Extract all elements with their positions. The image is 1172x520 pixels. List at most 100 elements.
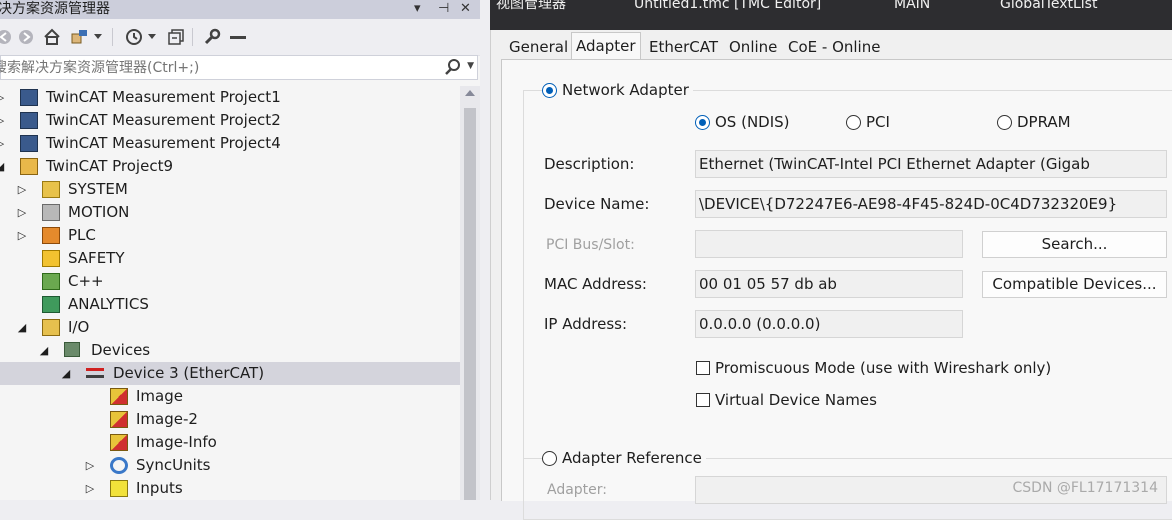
tree-item-label: Image-Info	[136, 433, 217, 451]
mac-address-field[interactable]: 00 01 05 57 db ab	[695, 270, 963, 298]
tree-item-cpp[interactable]: C++	[0, 270, 460, 293]
radio-unselected-icon[interactable]	[542, 450, 557, 466]
tree-item-image[interactable]: Image	[0, 385, 460, 408]
expand-arrow-icon[interactable]: ▷	[16, 178, 28, 201]
checkbox-unchecked-icon[interactable]	[696, 361, 710, 375]
doc-tab-view-manager[interactable]: 视图管理器	[496, 0, 566, 11]
radio-selected-icon[interactable]	[695, 114, 710, 130]
tab-online[interactable]: Online	[725, 35, 781, 59]
solution-explorer-title-bar: 决方案资源管理器 ▾ ⊣ ✕	[0, 0, 480, 19]
scrollbar-thumb[interactable]	[464, 108, 476, 500]
collapse-all-icon[interactable]	[166, 27, 186, 47]
doc-tab-tmc-editor[interactable]: Untitled1.tmc [TMC Editor]	[634, 0, 821, 11]
panel-splitter[interactable]	[480, 0, 490, 500]
expand-arrow-icon[interactable]: ▷	[0, 132, 6, 155]
preview-selected-icon[interactable]	[228, 27, 248, 47]
ip-address-field[interactable]: 0.0.0.0 (0.0.0.0)	[695, 310, 963, 338]
collapse-arrow-icon[interactable]: ◢	[60, 362, 72, 385]
tree-item-measurement-project2[interactable]: ▷ TwinCAT Measurement Project2	[0, 109, 460, 132]
collapse-arrow-icon[interactable]: ◢	[0, 155, 6, 178]
radio-unselected-icon[interactable]	[997, 114, 1012, 130]
tree-item-label: TwinCAT Project9	[46, 157, 173, 175]
back-icon[interactable]	[0, 27, 14, 47]
close-icon[interactable]: ✕	[460, 0, 471, 18]
scroll-up-icon[interactable]	[465, 90, 475, 96]
window-position-dropdown-icon[interactable]: ▾	[414, 0, 421, 18]
doc-tab-global-text-list[interactable]: GlobalTextList	[1000, 0, 1097, 11]
tree-item-measurement-project1[interactable]: ▷ TwinCAT Measurement Project1	[0, 86, 460, 109]
solution-explorer-title: 决方案资源管理器	[0, 1, 110, 17]
tree-item-label: TwinCAT Measurement Project4	[46, 134, 281, 152]
document-tab-underline	[490, 14, 1172, 30]
tree-item-safety[interactable]: SAFETY	[0, 247, 460, 270]
solution-explorer-panel: 决方案资源管理器 ▾ ⊣ ✕ 搜索解决方案资源管理器(Ctrl+;) ▼ Twi…	[0, 0, 480, 500]
dpram-radio[interactable]: DPRAM	[997, 113, 1071, 131]
adapter-reference-label: Adapter Reference	[562, 449, 702, 467]
collapse-arrow-icon[interactable]: ◢	[16, 316, 28, 339]
search-options-dropdown-icon[interactable]: ▼	[467, 61, 474, 71]
tree-item-image-info[interactable]: Image-Info	[0, 431, 460, 454]
collapse-arrow-icon[interactable]: ◢	[38, 339, 50, 362]
tree-item-system[interactable]: ▷ SYSTEM	[0, 178, 460, 201]
expand-arrow-icon[interactable]: ▷	[0, 86, 6, 109]
tree-scrollbar[interactable]	[460, 86, 480, 500]
toolbar-separator	[112, 28, 113, 46]
system-icon	[42, 181, 60, 198]
virtual-device-names-label: Virtual Device Names	[715, 391, 877, 409]
tree-item-label: TwinCAT Measurement Project2	[46, 111, 281, 129]
expand-arrow-icon[interactable]: ▷	[16, 201, 28, 224]
plc-icon	[42, 227, 60, 244]
home-icon[interactable]	[42, 27, 62, 47]
promiscuous-mode-label: Promiscuous Mode (use with Wireshark onl…	[715, 359, 1052, 377]
tree-item-plc[interactable]: ▷ PLC	[0, 224, 460, 247]
pci-radio[interactable]: PCI	[846, 113, 890, 131]
radio-unselected-icon[interactable]	[846, 114, 861, 130]
compatible-devices-button[interactable]: Compatible Devices...	[982, 271, 1167, 298]
search-button[interactable]: Search...	[982, 231, 1167, 258]
tree-item-device3-ethercat[interactable]: ◢ Device 3 (EtherCAT)	[0, 362, 460, 385]
tree-item-measurement-project4[interactable]: ▷ TwinCAT Measurement Project4	[0, 132, 460, 155]
virtual-device-names-checkbox[interactable]: Virtual Device Names	[696, 391, 877, 409]
expand-arrow-icon[interactable]: ▷	[0, 109, 6, 132]
expand-arrow-icon[interactable]: ▷	[84, 454, 96, 477]
dpram-label: DPRAM	[1017, 113, 1071, 131]
tree-item-image-2[interactable]: Image-2	[0, 408, 460, 431]
image-icon	[110, 388, 128, 405]
properties-wrench-icon[interactable]	[202, 27, 222, 47]
adapter-reference-radio[interactable]: Adapter Reference	[542, 449, 706, 467]
tree-item-analytics[interactable]: ANALYTICS	[0, 293, 460, 316]
expand-arrow-icon[interactable]: ▷	[16, 224, 28, 247]
tree-item-inputs[interactable]: ▷ Inputs	[0, 477, 460, 500]
pending-changes-filter-icon[interactable]	[124, 27, 144, 47]
measurement-project-icon	[20, 112, 38, 129]
forward-icon[interactable]	[16, 27, 36, 47]
pin-icon[interactable]: ⊣	[438, 0, 449, 18]
doc-tab-main[interactable]: MAIN	[894, 0, 930, 11]
search-icon[interactable]	[445, 59, 461, 79]
expand-arrow-icon[interactable]: ▷	[84, 477, 96, 500]
switch-views-icon[interactable]	[70, 27, 90, 47]
os-ndis-radio[interactable]: OS (NDIS)	[695, 113, 790, 131]
device-name-field[interactable]: \DEVICE\{D72247E6-AE98-4F45-824D-0C4D732…	[695, 190, 1167, 218]
tree-item-label: Image-2	[136, 410, 198, 428]
tab-adapter[interactable]: Adapter	[571, 32, 641, 60]
tree-item-twincat-project9[interactable]: ◢ TwinCAT Project9	[0, 155, 460, 178]
tab-coe-online[interactable]: CoE - Online	[784, 35, 884, 59]
solution-explorer-search[interactable]: ▼	[0, 55, 478, 80]
network-adapter-radio[interactable]: Network Adapter	[542, 81, 693, 99]
description-field[interactable]: Ethernet (TwinCAT-Intel PCI Ethernet Ada…	[695, 150, 1167, 178]
tree-item-devices[interactable]: ◢ Devices	[0, 339, 460, 362]
filter-dropdown-icon[interactable]	[146, 27, 158, 47]
search-input[interactable]	[0, 58, 423, 77]
promiscuous-mode-checkbox[interactable]: Promiscuous Mode (use with Wireshark onl…	[696, 359, 1051, 377]
switch-views-dropdown-icon[interactable]	[92, 27, 104, 47]
tab-general[interactable]: General	[505, 35, 572, 59]
ethercat-device-icon	[86, 368, 104, 378]
radio-selected-icon[interactable]	[542, 82, 557, 98]
checkbox-unchecked-icon[interactable]	[696, 393, 710, 407]
tree-item-motion[interactable]: ▷ MOTION	[0, 201, 460, 224]
tree-item-io[interactable]: ◢ I/O	[0, 316, 460, 339]
tree-item-label: SAFETY	[68, 249, 125, 267]
tab-ethercat[interactable]: EtherCAT	[645, 35, 722, 59]
tree-item-syncunits[interactable]: ▷ SyncUnits	[0, 454, 460, 477]
